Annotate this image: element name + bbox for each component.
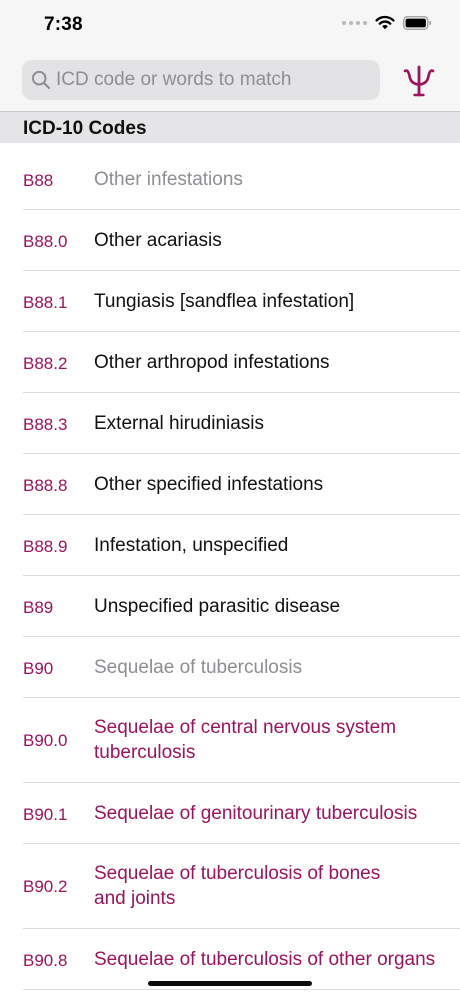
- icd-description: Sequelae of tuberculosis of other organs: [94, 949, 436, 970]
- icd-description: Unspecified parasitic disease: [94, 596, 341, 617]
- icd-description: Tungiasis [sandflea infestation]: [94, 291, 355, 312]
- table-row[interactable]: B90.1 Sequelae of genitourinary tuberculo…: [0, 783, 460, 844]
- icd-description: External hirudiniasis: [94, 413, 265, 434]
- table-row[interactable]: B88 Other infestations: [0, 149, 460, 210]
- icd-description: Other acariasis: [94, 230, 222, 251]
- icd-description: Sequelae of tuberculosis: [94, 657, 303, 678]
- wifi-icon: [375, 15, 395, 30]
- status-icons: [342, 15, 432, 30]
- table-row[interactable]: B90.2 Sequelae of tuberculosis of bones a…: [0, 844, 460, 929]
- search-input[interactable]: [56, 69, 356, 91]
- table-row[interactable]: B88.1 Tungiasis [sandflea infestation]: [0, 271, 460, 332]
- table-row[interactable]: B88.2 Other arthropod infestations: [0, 332, 460, 393]
- section-title: ICD-10 Codes: [23, 118, 147, 139]
- icd-description: Infestation, unspecified: [94, 535, 289, 556]
- icd-code: B88.9: [23, 537, 68, 556]
- table-row[interactable]: B88.0 Other acariasis: [0, 210, 460, 271]
- table-row[interactable]: B89 Unspecified parasitic disease: [0, 576, 460, 637]
- home-indicator: [148, 981, 312, 986]
- icd-code: B90.2: [23, 877, 68, 896]
- icd-code: B90: [23, 659, 54, 678]
- icd-code: B88.8: [23, 476, 68, 495]
- icd-code: B90.1: [23, 805, 68, 824]
- icd-description: Sequelae of central nervous system tuber…: [94, 717, 397, 763]
- table-row[interactable]: B88.8 Other specified infestations: [0, 454, 460, 515]
- icd-code: B88.2: [23, 354, 68, 373]
- table-row[interactable]: B90 Sequelae of tuberculosis: [0, 637, 460, 698]
- icd-code: B89: [23, 598, 54, 617]
- code-list: B88 Other infestations B88.0 Other acariasi…: [0, 149, 460, 990]
- icd-description: Other infestations: [94, 169, 243, 190]
- icd-code: B88: [23, 171, 54, 190]
- icd-description: Sequelae of genitourinary tuberculosis: [94, 803, 418, 824]
- icd-code: B88.0: [23, 232, 68, 251]
- icd-code: B90.8: [23, 951, 68, 970]
- icd-code: B88.1: [23, 293, 68, 312]
- section-header: ICD-10 Codes: [0, 111, 460, 143]
- icd-code: B90.0: [23, 731, 68, 750]
- icd-description: Other arthropod infestations: [94, 352, 330, 373]
- cellular-signal-icon: [342, 20, 367, 25]
- navigation-bar: [0, 50, 460, 111]
- psi-logo-icon[interactable]: [402, 64, 436, 98]
- icd-code: B88.3: [23, 415, 68, 434]
- icd-description: Sequelae of tuberculosis of bones and jo…: [94, 863, 381, 909]
- table-row[interactable]: B90.0 Sequelae of central nervous system …: [0, 698, 460, 783]
- status-bar: 7:38: [0, 0, 460, 50]
- icd-description: Other specified infestations: [94, 474, 324, 495]
- status-time: 7:38: [44, 14, 83, 35]
- table-row[interactable]: B88.9 Infestation, unspecified: [0, 515, 460, 576]
- table-row[interactable]: B88.3 External hirudiniasis: [0, 393, 460, 454]
- search-icon: [31, 70, 51, 90]
- search-field[interactable]: [22, 60, 380, 100]
- battery-icon: [403, 15, 431, 30]
